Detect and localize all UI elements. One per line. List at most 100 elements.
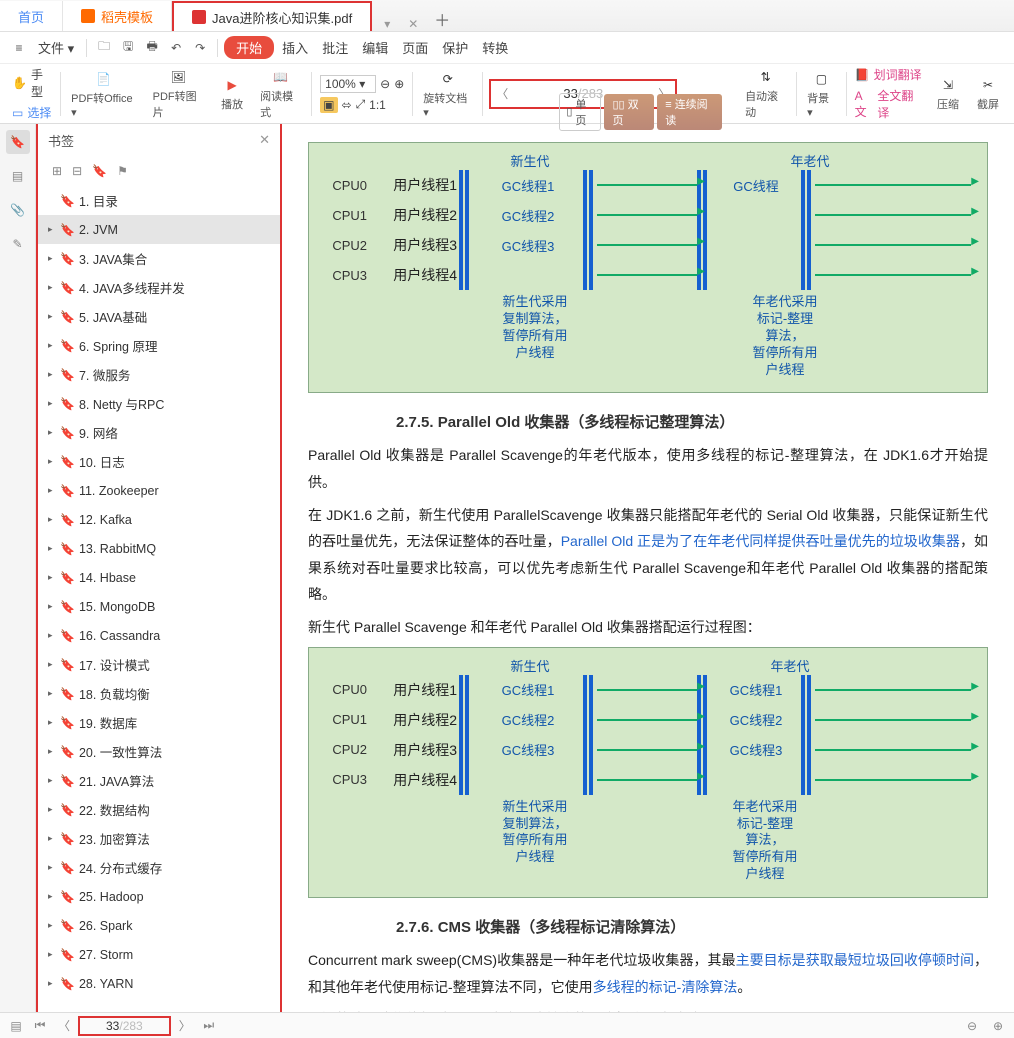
bookmark-item[interactable]: ▸🔖22. 数据结构 bbox=[38, 795, 280, 824]
bookmark-item[interactable]: ▸🔖17. 设计模式 bbox=[38, 650, 280, 679]
fit-width-icon[interactable]: ⬄ bbox=[342, 98, 352, 112]
zoom-in-icon[interactable]: ⊕ bbox=[394, 77, 404, 91]
bookmark-item[interactable]: ▸🔖6. Spring 原理 bbox=[38, 331, 280, 360]
bookmark-item[interactable]: ▸🔖24. 分布式缓存 bbox=[38, 853, 280, 882]
save-icon[interactable]: 🖫 bbox=[117, 37, 139, 59]
bookmark-item[interactable]: ▸🔖21. JAVA算法 bbox=[38, 766, 280, 795]
status-zoom-in-icon[interactable]: ⊕ bbox=[988, 1016, 1008, 1036]
app-menu-icon[interactable]: ≡ bbox=[8, 37, 30, 59]
bookmark-item[interactable]: ▸🔖3. JAVA集合 bbox=[38, 244, 280, 273]
bookmark-item[interactable]: ▸🔖16. Cassandra bbox=[38, 621, 280, 650]
fit-page-icon[interactable]: ⤢ bbox=[356, 97, 366, 112]
crop-button[interactable]: ✂截屏 bbox=[968, 66, 1008, 122]
zoom-out-icon[interactable]: ⊖ bbox=[380, 77, 390, 91]
bookmark-item[interactable]: ▸🔖26. Spark bbox=[38, 911, 280, 940]
rail-thumbnails-icon[interactable]: ▤ bbox=[6, 164, 30, 188]
bookmark-item[interactable]: ▸🔖10. 日志 bbox=[38, 447, 280, 476]
bm-tool-expand-icon[interactable]: ⊞ bbox=[52, 164, 62, 178]
bookmark-item[interactable]: ▸🔖19. 数据库 bbox=[38, 708, 280, 737]
menu-start[interactable]: 开始 bbox=[224, 36, 274, 59]
bookmark-item[interactable]: ▸🔖7. 微服务 bbox=[38, 360, 280, 389]
bookmark-item[interactable]: ▸🔖25. Hadoop bbox=[38, 882, 280, 911]
link-parallel-old[interactable]: Parallel Old 正是为了在年老代同样提供吞吐量优先的垃圾收集器 bbox=[561, 533, 960, 549]
bookmark-item[interactable]: ▸🔖14. Hbase bbox=[38, 563, 280, 592]
compress-button[interactable]: ⇲压缩 bbox=[928, 66, 968, 122]
new-tab-button[interactable]: ＋ bbox=[424, 7, 460, 31]
hand-tool[interactable]: ✋ 手型 bbox=[12, 66, 52, 100]
rail-bookmark-icon[interactable]: 🔖 bbox=[6, 130, 30, 154]
single-page-button[interactable]: ▯ 单页 bbox=[559, 93, 601, 131]
status-last-page-icon[interactable]: ⏭ bbox=[199, 1016, 219, 1036]
close-panel-icon[interactable]: ✕ bbox=[259, 132, 270, 148]
bm-tool-add-icon[interactable]: 🔖 bbox=[92, 164, 107, 178]
status-zoom-out-icon[interactable]: ⊖ bbox=[962, 1016, 982, 1036]
bookmark-item[interactable]: ▸🔖5. JAVA基础 bbox=[38, 302, 280, 331]
tab-menu-icon[interactable]: ▾ bbox=[378, 17, 396, 31]
bookmark-item[interactable]: 🔖1. 目录 bbox=[38, 186, 280, 215]
autoscroll-icon: ⇅ bbox=[754, 67, 778, 87]
prev-page-button[interactable]: 〈 bbox=[491, 85, 513, 102]
status-bar: ▤ ⏮ 〈 33/283 〉 ⏭ ⊖ ⊕ bbox=[0, 1012, 1014, 1038]
bookmark-item[interactable]: ▸🔖23. 加密算法 bbox=[38, 824, 280, 853]
play-button[interactable]: ▶播放 bbox=[212, 66, 252, 122]
bookmark-item[interactable]: ▸🔖28. YARN bbox=[38, 969, 280, 998]
select-tool[interactable]: ▭ 选择 bbox=[12, 104, 52, 121]
pdf-to-office[interactable]: 📄PDF转Office ▾ bbox=[63, 66, 145, 122]
rotate-doc[interactable]: ⟳旋转文档 ▾ bbox=[415, 66, 480, 122]
actual-size-icon[interactable]: 1:1 bbox=[369, 98, 386, 112]
continuous-button[interactable]: ≡ 连续阅读 bbox=[657, 94, 722, 130]
menu-file[interactable]: 文件 ▾ bbox=[32, 38, 80, 57]
bookmark-item[interactable]: ▸🔖2. JVM bbox=[38, 215, 280, 244]
link-mark-sweep[interactable]: 多线程的标记-清除算法 bbox=[593, 979, 738, 995]
menu-edit[interactable]: 编辑 bbox=[356, 38, 394, 57]
bookmark-item[interactable]: ▸🔖11. Zookeeper bbox=[38, 476, 280, 505]
gc-diagram-1: 新生代 年老代 CPU0 用户线程1 GC线程1 GC线程 CPU1 用户线程2… bbox=[308, 142, 988, 393]
bookmark-item[interactable]: ▸🔖4. JAVA多线程并发 bbox=[38, 273, 280, 302]
pdf-to-image[interactable]: 🖼PDF转图片 bbox=[145, 66, 212, 122]
background-button[interactable]: ▢背景 ▾ bbox=[799, 66, 844, 122]
bookmark-item[interactable]: ▸🔖18. 负载均衡 bbox=[38, 679, 280, 708]
document-viewport[interactable]: 新生代 年老代 CPU0 用户线程1 GC线程1 GC线程 CPU1 用户线程2… bbox=[282, 124, 1014, 1012]
redo-icon[interactable]: ↷ bbox=[189, 37, 211, 59]
bookmark-item[interactable]: ▸🔖15. MongoDB bbox=[38, 592, 280, 621]
bookmark-item[interactable]: ▸🔖9. 网络 bbox=[38, 418, 280, 447]
menu-annotate[interactable]: 批注 bbox=[316, 38, 354, 57]
compress-icon: ⇲ bbox=[936, 75, 960, 95]
link-cms-goal[interactable]: 主要目标是获取最短垃圾回收停顿时间 bbox=[736, 952, 974, 968]
print-icon[interactable]: 🖶 bbox=[141, 37, 163, 59]
status-thumb-icon[interactable]: ▤ bbox=[6, 1016, 26, 1036]
menu-protect[interactable]: 保护 bbox=[436, 38, 474, 57]
fit-sel-icon[interactable]: ▣ bbox=[320, 97, 337, 113]
tab-active-file[interactable]: Java进阶核心知识集.pdf bbox=[172, 1, 372, 31]
status-prev-page-icon[interactable]: 〈 bbox=[54, 1016, 74, 1036]
menu-convert[interactable]: 转换 bbox=[476, 38, 514, 57]
rail-attachments-icon[interactable]: 📎 bbox=[6, 198, 30, 222]
rail-annotations-icon[interactable]: ✎ bbox=[6, 232, 30, 256]
ribbon: ✋ 手型 ▭ 选择 📄PDF转Office ▾ 🖼PDF转图片 ▶播放 📖阅读模… bbox=[0, 64, 1014, 124]
status-next-page-icon[interactable]: 〉 bbox=[175, 1016, 195, 1036]
pdf-page: 新生代 年老代 CPU0 用户线程1 GC线程1 GC线程 CPU1 用户线程2… bbox=[282, 124, 1014, 1012]
bm-tool-flag-icon[interactable]: ⚑ bbox=[117, 164, 128, 178]
tab-close-icon[interactable]: ✕ bbox=[402, 17, 424, 31]
bookmark-item[interactable]: ▸🔖12. Kafka bbox=[38, 505, 280, 534]
undo-icon[interactable]: ↶ bbox=[165, 37, 187, 59]
zoom-field[interactable]: 100% ▾ bbox=[320, 75, 376, 93]
menu-insert[interactable]: 插入 bbox=[276, 38, 314, 57]
auto-scroll[interactable]: ⇅自动滚动 bbox=[737, 66, 794, 122]
heading-275: 2.7.5. Parallel Old 收集器（多线程标记整理算法） bbox=[308, 411, 988, 432]
bookmark-item[interactable]: ▸🔖8. Netty 与RPC bbox=[38, 389, 280, 418]
bookmark-item[interactable]: ▸🔖27. Storm bbox=[38, 940, 280, 969]
double-page-button[interactable]: ▯▯ 双页 bbox=[604, 94, 654, 130]
status-page-field[interactable]: 33/283 bbox=[78, 1016, 171, 1036]
bookmark-item[interactable]: ▸🔖13. RabbitMQ bbox=[38, 534, 280, 563]
full-translate[interactable]: A文 全文翻译 bbox=[855, 87, 922, 121]
tab-docer[interactable]: 稻壳模板 bbox=[63, 1, 172, 31]
read-mode[interactable]: 📖阅读模式 bbox=[252, 66, 309, 122]
bookmark-item[interactable]: ▸🔖20. 一致性算法 bbox=[38, 737, 280, 766]
menu-page[interactable]: 页面 bbox=[396, 38, 434, 57]
bm-tool-collapse-icon[interactable]: ⊟ bbox=[72, 164, 82, 178]
status-first-page-icon[interactable]: ⏮ bbox=[30, 1016, 50, 1036]
open-icon[interactable]: 🗀 bbox=[93, 37, 115, 59]
word-translate[interactable]: 📕 划词翻译 bbox=[855, 66, 922, 83]
tab-home[interactable]: 首页 bbox=[0, 1, 63, 31]
